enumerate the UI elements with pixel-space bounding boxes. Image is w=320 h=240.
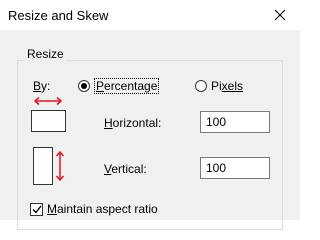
- horizontal-arrow-icon: [33, 96, 63, 106]
- resize-skew-dialog: Resize and Skew Resize By: Percentage Pi…: [0, 0, 300, 230]
- by-label: By:: [33, 79, 51, 93]
- vertical-input[interactable]: 100: [200, 157, 270, 179]
- vertical-page-icon: [33, 147, 53, 185]
- close-icon: [274, 9, 286, 21]
- checkmark-icon: [32, 205, 42, 214]
- pixels-radio-label: Pixels: [211, 79, 244, 93]
- vertical-label: Vertical:: [104, 162, 147, 176]
- window-title: Resize and Skew: [8, 8, 109, 23]
- percentage-radio[interactable]: Percentage: [78, 78, 160, 94]
- pixels-radio-indicator[interactable]: [195, 80, 207, 92]
- percentage-radio-indicator[interactable]: [78, 80, 90, 92]
- close-button[interactable]: [268, 4, 292, 26]
- maintain-aspect-checkbox[interactable]: Maintain aspect ratio: [30, 201, 158, 217]
- pixels-radio[interactable]: Pixels: [195, 78, 243, 94]
- maintain-aspect-checkbox-box[interactable]: [30, 202, 43, 216]
- title-bar: Resize and Skew: [0, 0, 300, 30]
- resize-group-label: Resize: [25, 47, 66, 61]
- horizontal-input[interactable]: 100: [200, 111, 270, 133]
- maintain-aspect-label: Maintain aspect ratio: [47, 202, 158, 216]
- percentage-radio-label: Percentage: [94, 78, 160, 94]
- horizontal-label: Horizontal:: [104, 116, 162, 130]
- horizontal-page-icon: [31, 110, 66, 132]
- vertical-arrow-icon: [55, 150, 65, 182]
